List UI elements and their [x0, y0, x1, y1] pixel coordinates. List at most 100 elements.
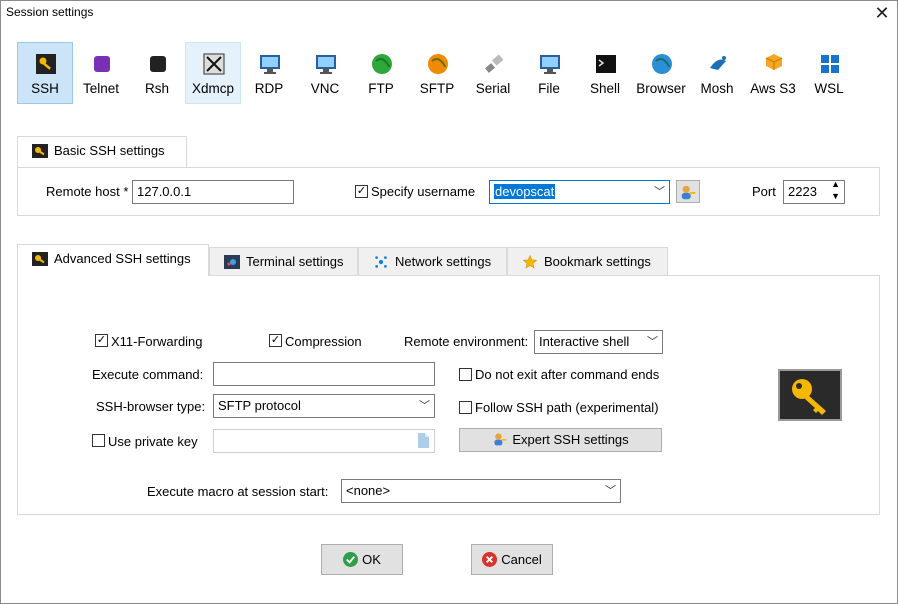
check-circle-icon — [343, 552, 359, 567]
tab-network-label: Network settings — [395, 254, 492, 269]
execute-macro-select[interactable]: <none> ﹀ — [341, 479, 621, 503]
toolbar-browser-button[interactable]: Browser — [633, 42, 689, 104]
remote-host-input[interactable]: 127.0.0.1 — [132, 180, 294, 204]
star-icon — [522, 255, 538, 269]
spinner-arrows-icon[interactable]: ▲ ▼ — [831, 181, 840, 202]
toolbar-label: VNC — [310, 81, 340, 96]
execute-command-label: Execute command: — [92, 367, 204, 382]
follow-ssh-path-checkbox[interactable] — [459, 401, 472, 414]
do-not-exit-checkbox[interactable] — [459, 368, 472, 381]
sftp-globe-icon — [428, 54, 448, 74]
expert-ssh-settings-button[interactable]: Expert SSH settings — [459, 428, 662, 452]
rsh-icon — [150, 56, 166, 72]
toolbar-label: Rsh — [144, 81, 169, 96]
private-key-path-input[interactable] — [213, 429, 435, 453]
toolbar-label: RDP — [254, 81, 284, 96]
toolbar-wsl-button[interactable]: WSL — [801, 42, 857, 104]
tab-terminal-label: Terminal settings — [246, 254, 344, 269]
aws-cubes-icon — [765, 54, 783, 70]
window-title: Session settings — [6, 5, 94, 19]
expert-ssh-settings-label: Expert SSH settings — [512, 432, 629, 447]
use-private-key-label: Use private key — [108, 434, 198, 449]
port-value: 2223 — [788, 184, 817, 199]
specify-username-label: Specify username — [371, 184, 476, 199]
execute-macro-value: <none> — [346, 483, 391, 498]
telnet-icon — [94, 56, 110, 72]
toolbar-telnet-button[interactable]: Telnet — [73, 42, 129, 104]
toolbar-label: Telnet — [82, 81, 120, 96]
port-stepper[interactable]: 2223 ▲ ▼ — [783, 180, 845, 204]
specify-username-checkbox[interactable]: ✓ — [355, 185, 368, 198]
use-private-key-checkbox[interactable] — [92, 434, 105, 447]
toolbar-xdmcp-button[interactable]: Xdmcp — [185, 42, 241, 104]
username-select[interactable]: devopscat ﹀ — [489, 180, 670, 204]
toolbar-rsh-button[interactable]: Rsh — [129, 42, 185, 104]
toolbar-label: File — [538, 81, 560, 96]
key-icon — [32, 252, 48, 266]
close-icon[interactable]: ✕ — [872, 3, 892, 23]
toolbar-aws-s3-button[interactable]: Aws S3 — [745, 42, 801, 104]
remote-environment-label: Remote environment: — [404, 334, 529, 349]
toolbar-ssh-button[interactable]: SSH — [17, 42, 73, 104]
tab-advanced-label: Advanced SSH settings — [54, 251, 191, 266]
toolbar-mosh-button[interactable]: Mosh — [689, 42, 745, 104]
chevron-down-icon: ﹀ — [419, 400, 430, 412]
toolbar-ftp-button[interactable]: FTP — [353, 42, 409, 104]
user-icon — [681, 185, 696, 200]
key-icon — [32, 144, 48, 158]
username-value: devopscat — [494, 184, 556, 199]
toolbar-label: FTP — [368, 81, 394, 96]
tab-basic-ssh-settings[interactable]: Basic SSH settings — [17, 136, 187, 168]
chevron-down-icon: ﹀ — [647, 336, 658, 348]
toolbar-vnc-button[interactable]: VNC — [297, 42, 353, 104]
toolbar-label: Aws S3 — [750, 81, 796, 96]
large-key-icon — [778, 369, 842, 421]
remote-environment-select[interactable]: Interactive shell ﹀ — [534, 330, 663, 354]
cancel-button[interactable]: Cancel — [471, 544, 553, 575]
serial-plug-icon — [485, 54, 504, 73]
toolbar-label: WSL — [814, 81, 844, 96]
ok-label: OK — [362, 552, 381, 567]
chevron-down-icon: ﹀ — [654, 186, 665, 198]
cancel-label: Cancel — [501, 552, 542, 567]
toolbar-sftp-button[interactable]: SFTP — [409, 42, 465, 104]
ssh-browser-type-value: SFTP protocol — [218, 398, 301, 413]
windows-logo-icon — [821, 55, 839, 73]
file-monitor-icon — [540, 55, 560, 74]
tab-bookmark-settings[interactable]: Bookmark settings — [507, 247, 668, 277]
remote-host-label: Remote host * — [46, 184, 129, 199]
user-icon — [494, 433, 507, 446]
toolbar-shell-button[interactable]: Shell — [577, 42, 633, 104]
satellite-dish-icon — [710, 56, 726, 70]
shell-terminal-icon — [596, 55, 616, 73]
ok-button[interactable]: OK — [321, 544, 403, 575]
do-not-exit-label: Do not exit after command ends — [475, 367, 660, 382]
ssh-browser-type-select[interactable]: SFTP protocol ﹀ — [213, 394, 435, 418]
toolbar-serial-button[interactable]: Serial — [465, 42, 521, 104]
execute-command-input[interactable] — [213, 362, 435, 386]
user-manager-button[interactable] — [676, 180, 700, 203]
toolbar-label: Mosh — [700, 81, 734, 96]
toolbar-rdp-button[interactable]: RDP — [241, 42, 297, 104]
toolbar-label: SFTP — [419, 81, 455, 96]
port-label: Port — [752, 184, 776, 199]
remote-environment-value: Interactive shell — [539, 334, 630, 349]
network-icon — [375, 256, 387, 268]
tab-bookmark-label: Bookmark settings — [544, 254, 651, 269]
x11-forwarding-label: X11-Forwarding — [111, 334, 203, 349]
tab-network-settings[interactable]: Network settings — [358, 247, 507, 277]
file-icon[interactable] — [417, 433, 430, 448]
compression-checkbox[interactable]: ✓ — [269, 334, 282, 347]
x11-forwarding-checkbox[interactable]: ✓ — [95, 334, 108, 347]
toolbar-label: Serial — [475, 81, 511, 96]
follow-ssh-path-label: Follow SSH path (experimental) — [475, 400, 659, 415]
toolbar-file-button[interactable]: File — [521, 42, 577, 104]
toolbar-label: Xdmcp — [191, 81, 235, 96]
execute-macro-label: Execute macro at session start: — [147, 484, 329, 499]
tab-advanced-ssh-settings[interactable]: Advanced SSH settings — [17, 244, 209, 276]
browser-globe-icon — [652, 54, 672, 74]
toolbar-label: SSH — [31, 81, 59, 96]
toolbar-label: Browser — [636, 81, 686, 96]
vnc-monitor-icon — [316, 55, 336, 74]
tab-terminal-settings[interactable]: Terminal settings — [209, 247, 358, 277]
